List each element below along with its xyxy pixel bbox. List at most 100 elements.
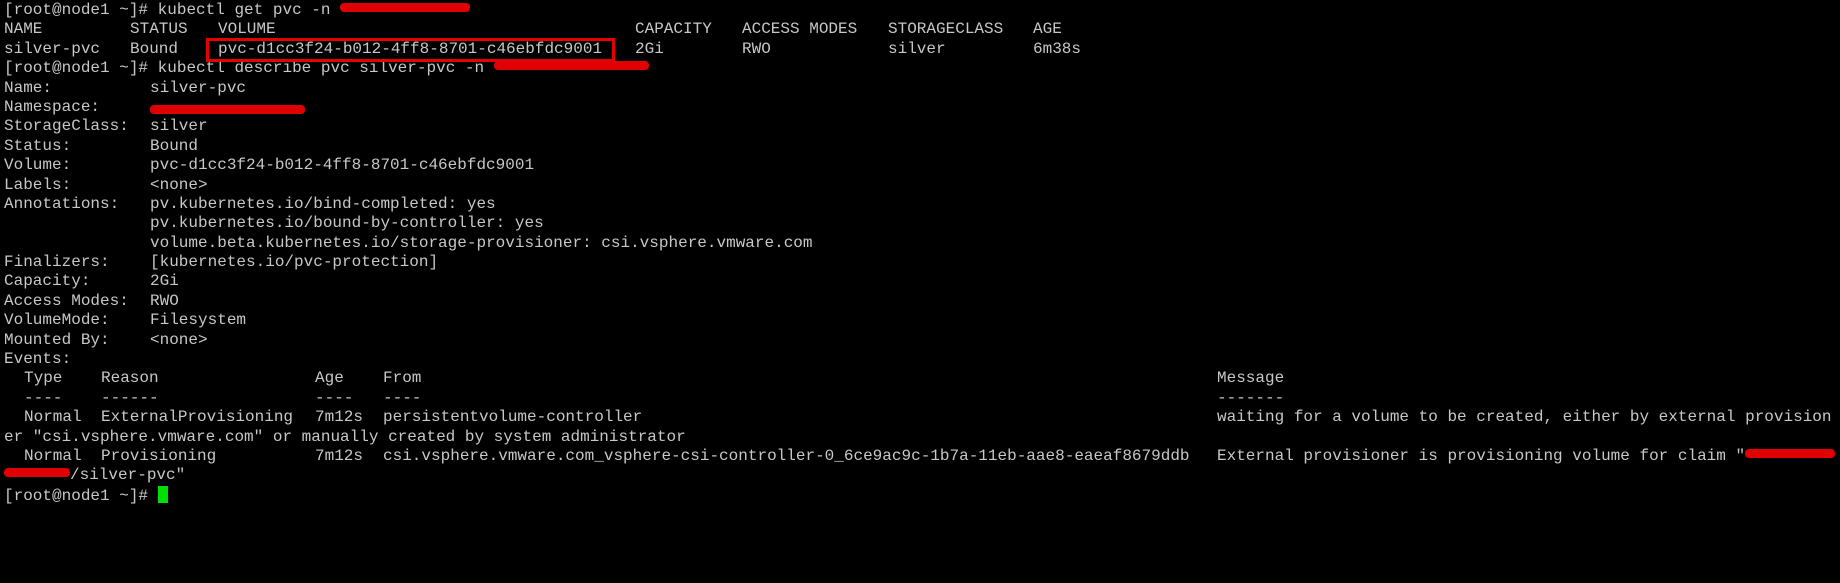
field-value: pvc-d1cc3f24-b012-4ff8-8701-c46ebfdc9001 — [150, 156, 535, 175]
cell-age: 6m38s — [1033, 39, 1082, 58]
prompt: [root@node1 ~]# — [4, 59, 149, 78]
separator: ------- — [1217, 388, 1285, 407]
event-message: External provisioner is provisioning vol… — [1217, 446, 1836, 466]
field-label: Labels: — [4, 175, 72, 194]
field-value: Filesystem — [150, 311, 247, 330]
events-header: Type Reason Age From Message — [0, 369, 1840, 388]
event-message-text: External provisioner is provisioning vol… — [1217, 446, 1746, 465]
field-label: VolumeMode: — [4, 311, 110, 330]
field-label: Namespace: — [4, 97, 101, 116]
field-value: silver — [150, 117, 208, 136]
field-label: Name: — [4, 78, 53, 97]
pvc-table-row: silver-pvc Bound pvc-d1cc3f24-b012-4ff8-… — [0, 40, 1840, 59]
field-value: <none> — [150, 330, 208, 349]
event-from: persistentvolume-controller — [383, 408, 643, 427]
describe-volume: Volume: pvc-d1cc3f24-b012-4ff8-8701-c46e… — [0, 156, 1840, 175]
describe-annotations-cont: pv.kubernetes.io/bound-by-controller: ye… — [0, 214, 1840, 233]
event-message: waiting for a volume to be created, eith… — [1217, 408, 1832, 427]
event-age: 7m12s — [315, 408, 364, 427]
event-type: Normal — [24, 446, 82, 465]
describe-status: Status: Bound — [0, 137, 1840, 156]
events-col-age: Age — [315, 369, 344, 388]
describe-labels: Labels: <none> — [0, 176, 1840, 195]
describe-access-modes: Access Modes: RWO — [0, 292, 1840, 311]
field-label: Events: — [4, 350, 72, 369]
col-header-status: STATUS — [130, 20, 188, 39]
describe-volume-mode: VolumeMode: Filesystem — [0, 311, 1840, 330]
command-line-current[interactable]: [root@node1 ~]# — [0, 485, 1840, 505]
event-row: Normal Provisioning 7m12s csi.vsphere.vm… — [0, 447, 1840, 466]
describe-mounted-by: Mounted By: <none> — [0, 331, 1840, 350]
separator: ---- — [24, 388, 63, 407]
event-type: Normal — [24, 408, 82, 427]
field-label: Status: — [4, 136, 72, 155]
describe-annotations: Annotations: pv.kubernetes.io/bind-compl… — [0, 195, 1840, 214]
event-age: 7m12s — [315, 446, 364, 465]
describe-finalizers: Finalizers: [kubernetes.io/pvc-protectio… — [0, 253, 1840, 272]
cell-capacity: 2Gi — [635, 39, 664, 58]
col-header-age: AGE — [1033, 20, 1062, 39]
event-row-wrap: er "csi.vsphere.vmware.com" or manually … — [0, 428, 1840, 447]
describe-storageclass: StorageClass: silver — [0, 117, 1840, 136]
event-reason: Provisioning — [101, 446, 217, 465]
col-header-access-modes: ACCESS MODES — [742, 20, 858, 39]
pvc-table-header: NAME STATUS VOLUME CAPACITY ACCESS MODES… — [0, 20, 1840, 39]
field-value: [kubernetes.io/pvc-protection] — [150, 253, 439, 272]
separator: ---- — [383, 388, 422, 407]
cell-access-modes: RWO — [742, 39, 771, 58]
describe-namespace: Namespace: — [0, 98, 1840, 117]
redacted-namespace — [4, 468, 70, 478]
describe-name: Name: silver-pvc — [0, 79, 1840, 98]
cell-name: silver-pvc — [4, 39, 101, 58]
event-message-wrap-text: /silver-pvc" — [70, 466, 186, 485]
describe-capacity: Capacity: 2Gi — [0, 272, 1840, 291]
event-message-wrap: er "csi.vsphere.vmware.com" or manually … — [4, 427, 686, 446]
prompt: [root@node1 ~]# — [4, 486, 149, 505]
field-label: Finalizers: — [4, 253, 110, 272]
command-line-get-pvc: [root@node1 ~]# kubectl get pvc -n — [0, 1, 1840, 20]
cell-storageclass: silver — [888, 39, 946, 58]
field-label: Access Modes: — [4, 291, 129, 310]
command-text: kubectl describe pvc silver-pvc -n — [157, 59, 485, 78]
events-separator: ---- ------ ---- ---- ------- — [0, 389, 1840, 408]
field-value: RWO — [150, 291, 179, 310]
col-header-volume: VOLUME — [218, 20, 276, 39]
annotation-value: pv.kubernetes.io/bound-by-controller: ye… — [150, 214, 544, 233]
field-value: 2Gi — [150, 272, 179, 291]
field-value: <none> — [150, 175, 208, 194]
events-col-from: From — [383, 369, 422, 388]
command-text: kubectl get pvc -n — [157, 1, 331, 19]
cursor[interactable] — [157, 485, 168, 503]
field-value: Bound — [150, 136, 199, 155]
event-from: csi.vsphere.vmware.com_vsphere-csi-contr… — [383, 446, 1190, 465]
field-label: Volume: — [4, 156, 72, 175]
event-row-wrap: /silver-pvc" — [0, 466, 1840, 485]
col-header-storageclass: STORAGECLASS — [888, 20, 1004, 39]
events-col-message: Message — [1217, 369, 1285, 388]
field-label: Annotations: — [4, 194, 120, 213]
field-label: StorageClass: — [4, 117, 129, 136]
field-label: Mounted By: — [4, 330, 110, 349]
events-col-reason: Reason — [101, 369, 159, 388]
annotation-value: volume.beta.kubernetes.io/storage-provis… — [150, 233, 813, 252]
command-line-describe-pvc: [root@node1 ~]# kubectl describe pvc sil… — [0, 59, 1840, 78]
redacted-namespace — [493, 61, 649, 71]
col-header-capacity: CAPACITY — [635, 20, 712, 39]
field-value: silver-pvc — [150, 78, 247, 97]
events-col-type: Type — [24, 369, 63, 388]
describe-events: Events: — [0, 350, 1840, 369]
terminal-window[interactable]: [root@node1 ~]# kubectl get pvc -n NAME … — [0, 0, 1840, 506]
cell-status: Bound — [130, 39, 179, 58]
annotation-value: pv.kubernetes.io/bind-completed: yes — [150, 194, 496, 213]
event-row: Normal ExternalProvisioning 7m12s persis… — [0, 408, 1840, 427]
describe-annotations-cont: volume.beta.kubernetes.io/storage-provis… — [0, 234, 1840, 253]
separator: ---- — [315, 388, 354, 407]
separator: ------ — [101, 388, 159, 407]
cell-volume: pvc-d1cc3f24-b012-4ff8-8701-c46ebfdc9001 — [218, 39, 603, 58]
event-message-wrap: /silver-pvc" — [4, 466, 185, 485]
col-header-name: NAME — [4, 20, 43, 39]
redacted-namespace — [1745, 448, 1836, 458]
redacted-namespace — [340, 3, 471, 12]
event-reason: ExternalProvisioning — [101, 408, 294, 427]
prompt: [root@node1 ~]# — [4, 1, 149, 19]
